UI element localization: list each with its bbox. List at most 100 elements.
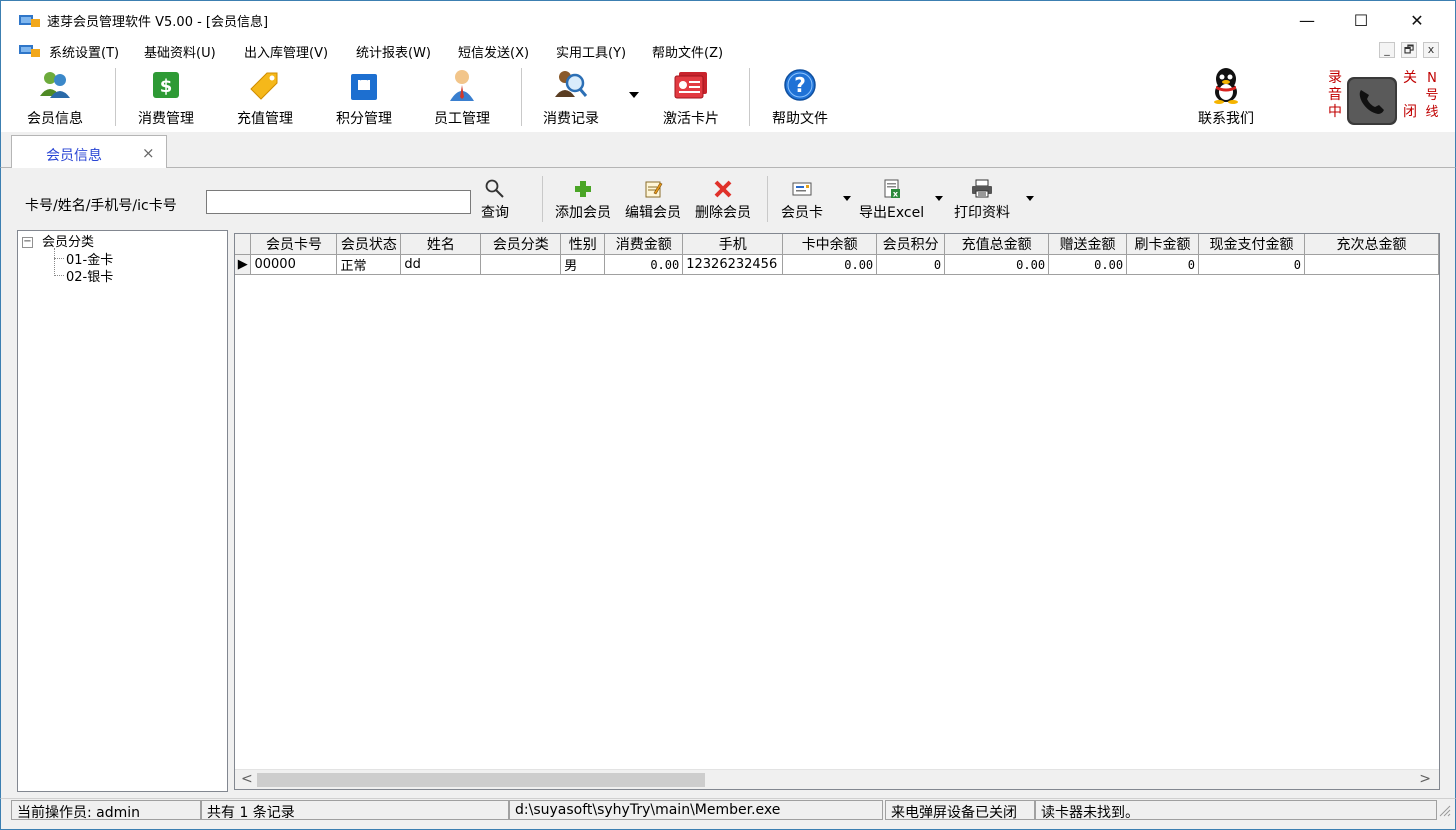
table-row[interactable]: ▶ 00000 正常 dd 男 0.00 12326232456 0.00 0 … <box>235 254 1439 275</box>
member-grid: 会员卡号 会员状态 姓名 会员分类 性别 消费金额 手机 卡中余额 会员积分 充… <box>234 233 1440 790</box>
mdi-app-icon[interactable] <box>19 43 41 57</box>
svg-text:?: ? <box>794 73 806 97</box>
scroll-right-icon[interactable]: > <box>1419 771 1431 787</box>
status-card-reader: 读卡器未找到。 <box>1035 800 1437 821</box>
column-header-category[interactable]: 会员分类 <box>480 234 562 255</box>
edit-member-button[interactable]: 编辑会员 <box>625 178 681 222</box>
cell-card-no[interactable]: 00000 <box>250 254 338 275</box>
print-button[interactable]: 打印资料 <box>954 178 1010 222</box>
points-button[interactable]: 积分管理 <box>336 66 392 128</box>
query-button[interactable]: 查询 <box>481 178 509 222</box>
export-excel-button[interactable]: x 导出Excel <box>859 178 924 222</box>
horizontal-scrollbar[interactable]: < > <box>235 769 1439 789</box>
staff-button[interactable]: 员工管理 <box>434 66 490 128</box>
activate-card-label: 激活卡片 <box>663 111 719 127</box>
menu-tools[interactable]: 实用工具(Y) <box>556 42 626 61</box>
maximize-button[interactable]: ☐ <box>1333 1 1389 39</box>
scroll-thumb[interactable] <box>257 773 705 787</box>
recording-indicator: 录 音 中 <box>1328 70 1342 121</box>
search-label: 卡号/姓名/手机号/ic卡号 <box>25 198 177 214</box>
mdi-minimize-button[interactable]: _ <box>1379 42 1395 58</box>
member-card-dropdown[interactable] <box>843 196 851 201</box>
tab-close-icon[interactable]: × <box>142 144 155 162</box>
menu-system-settings[interactable]: 系统设置(T) <box>49 42 119 61</box>
consume-records-dropdown[interactable] <box>629 92 639 98</box>
menu-sms[interactable]: 短信发送(X) <box>458 42 529 61</box>
mdi-close-button[interactable]: x <box>1423 42 1439 58</box>
add-member-button[interactable]: 添加会员 <box>555 178 611 222</box>
column-header-points[interactable]: 会员积分 <box>876 234 946 255</box>
scroll-left-icon[interactable]: < <box>241 771 253 787</box>
tree-collapse-icon[interactable]: − <box>22 237 33 248</box>
cell-card-balance[interactable]: 0.00 <box>782 254 878 275</box>
cell-phone[interactable]: 12326232456 <box>682 254 784 275</box>
member-info-button[interactable]: 会员信息 <box>27 66 83 128</box>
cell-gender[interactable]: 男 <box>560 254 606 275</box>
cell-name[interactable]: dd <box>400 254 482 275</box>
consumption-button[interactable]: $ 消费管理 <box>138 66 194 128</box>
column-header-card-no[interactable]: 会员卡号 <box>250 234 338 255</box>
cell-category[interactable] <box>480 254 562 275</box>
cell-bonus[interactable]: 0.00 <box>1048 254 1128 275</box>
document-tabs: 会员信息 × <box>0 132 1456 169</box>
column-header-gender[interactable]: 性别 <box>560 234 606 255</box>
cell-status[interactable]: 正常 <box>336 254 402 275</box>
column-header-name[interactable]: 姓名 <box>400 234 482 255</box>
close-line-indicator: 关 闭 <box>1403 70 1417 121</box>
column-header-status[interactable]: 会员状态 <box>336 234 402 255</box>
consumption-label: 消费管理 <box>138 111 194 127</box>
cell-total-recharge[interactable]: 0.00 <box>944 254 1050 275</box>
tab-member-info[interactable]: 会员信息 × <box>11 135 167 169</box>
menu-reports[interactable]: 统计报表(W) <box>356 42 431 61</box>
print-dropdown[interactable] <box>1026 196 1034 201</box>
close-button[interactable]: ✕ <box>1389 1 1445 39</box>
tree-item-silver-card[interactable]: 02-银卡 <box>66 266 113 285</box>
recording-char: 录 <box>1328 70 1342 86</box>
cell-cash-payment[interactable]: 0 <box>1198 254 1305 275</box>
column-header-total-recharge[interactable]: 充值总金额 <box>944 234 1050 255</box>
recharge-label: 充值管理 <box>237 111 293 127</box>
consume-records-label: 消费记录 <box>543 111 599 127</box>
toolbar-separator <box>521 68 522 126</box>
help-button[interactable]: ? 帮助文件 <box>772 66 828 128</box>
consume-records-button[interactable]: 消费记录 <box>543 66 599 128</box>
resize-grip-icon[interactable] <box>1437 803 1451 817</box>
export-dropdown[interactable] <box>935 196 943 201</box>
column-header-consumption-amount[interactable]: 消费金额 <box>604 234 684 255</box>
line-number-char: 号 <box>1425 88 1439 103</box>
column-header-bonus[interactable]: 赠送金额 <box>1048 234 1128 255</box>
activate-card-button[interactable]: 激活卡片 <box>663 66 719 128</box>
delete-member-button[interactable]: 删除会员 <box>695 178 751 222</box>
menu-basic-data[interactable]: 基础资料(U) <box>144 42 216 61</box>
phone-button[interactable] <box>1346 76 1398 126</box>
column-header-card-payment[interactable]: 刷卡金额 <box>1126 234 1200 255</box>
contact-us-button[interactable]: 联系我们 <box>1198 66 1254 128</box>
line-number-char: 线 <box>1425 105 1439 120</box>
mdi-restore-button[interactable]: 🗗 <box>1401 42 1417 58</box>
search-icon <box>483 178 507 200</box>
member-card-button[interactable]: 会员卡 <box>781 178 823 222</box>
cell-points[interactable]: 0 <box>876 254 946 275</box>
menu-help[interactable]: 帮助文件(Z) <box>652 42 723 61</box>
column-header-times-recharge[interactable]: 充次总金额 <box>1304 234 1439 255</box>
search-input[interactable] <box>206 190 471 214</box>
member-info-label: 会员信息 <box>27 111 83 127</box>
minimize-button[interactable]: — <box>1279 1 1335 39</box>
points-label: 积分管理 <box>336 111 392 127</box>
cell-consumption-amount[interactable]: 0.00 <box>604 254 684 275</box>
menu-inventory[interactable]: 出入库管理(V) <box>244 42 328 61</box>
status-operator: 当前操作员: admin <box>11 800 201 821</box>
cell-card-payment[interactable]: 0 <box>1126 254 1200 275</box>
cell-times-recharge[interactable] <box>1304 254 1439 275</box>
delete-x-icon <box>711 178 735 200</box>
column-header-cash-payment[interactable]: 现金支付金额 <box>1198 234 1305 255</box>
export-excel-label: 导出Excel <box>859 205 925 221</box>
tree-root-member-category[interactable]: 会员分类 <box>42 231 94 250</box>
help-icon: ? <box>782 66 818 104</box>
action-separator <box>767 176 768 222</box>
column-header-phone[interactable]: 手机 <box>682 234 784 255</box>
users-icon <box>37 66 73 104</box>
column-header-card-balance[interactable]: 卡中余额 <box>782 234 878 255</box>
table-header-row: 会员卡号 会员状态 姓名 会员分类 性别 消费金额 手机 卡中余额 会员积分 充… <box>235 234 1439 255</box>
recharge-button[interactable]: 充值管理 <box>237 66 293 128</box>
